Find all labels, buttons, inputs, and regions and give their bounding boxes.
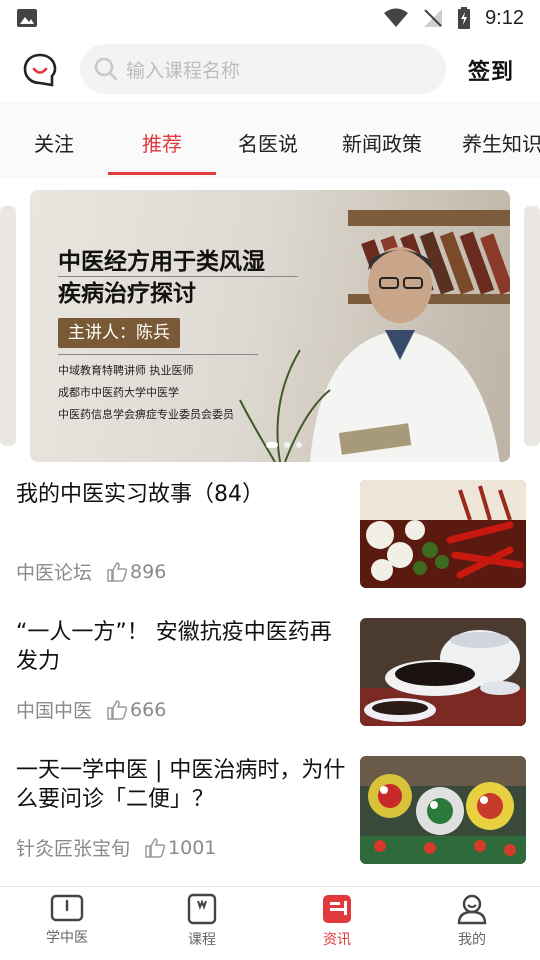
news-like-count: 896 xyxy=(130,560,167,583)
herbal-medicine-bowl-image xyxy=(360,618,526,726)
carousel-dot-active xyxy=(266,442,278,448)
news-source: 中医论坛 xyxy=(16,562,93,584)
notebook-icon xyxy=(187,893,217,925)
signal-icon xyxy=(424,9,443,27)
lion-dance-image xyxy=(360,756,526,864)
news-meta: 中医论坛 896 xyxy=(16,558,166,585)
status-bar: 9:12 xyxy=(0,0,540,36)
book-open-icon xyxy=(50,894,84,922)
banner-speaker: 主讲人：陈兵 xyxy=(58,318,180,348)
tab-health-knowledge[interactable]: 养生知识 xyxy=(462,128,540,157)
news-source: 中国中医 xyxy=(16,700,93,722)
thumb-up-icon xyxy=(107,699,128,720)
banner-credential-3: 中医药信息学会痹症专业委员会委员 xyxy=(58,408,234,421)
news-likes: 666 xyxy=(106,699,166,721)
banner-credential-1: 中域教育特聘讲师 执业医师 xyxy=(58,364,194,377)
news-source: 针灸匠张宝旬 xyxy=(16,838,131,860)
banner-slide[interactable]: 中医经方用于类风湿 疾病治疗探讨 主讲人：陈兵 中域教育特聘讲师 执业医师 成都… xyxy=(30,190,510,462)
tab-news-policy[interactable]: 新闻政策 xyxy=(342,128,422,157)
wifi-icon xyxy=(384,8,409,27)
nav-courses[interactable]: 课程 xyxy=(162,893,242,949)
image-notification-icon xyxy=(17,9,37,27)
battery-icon xyxy=(458,7,471,29)
tab-recommend[interactable]: 推荐 xyxy=(142,128,182,157)
nav-learn-tcm[interactable]: 学中医 xyxy=(27,893,107,947)
banner-title-line1: 中医经方用于类风湿 xyxy=(58,249,265,275)
thumb-up-icon xyxy=(107,561,128,582)
news-item[interactable]: 一天一学中医 | 中医治病时，为什么要问诊「二便」？ 针灸匠张宝旬 1001 xyxy=(0,756,540,894)
news-likes: 1001 xyxy=(144,837,216,859)
nav-label: 课程 xyxy=(188,932,216,948)
signin-button[interactable]: 签到 xyxy=(468,54,514,86)
category-tabs: 关注 推荐 名医说 新闻政策 养生知识 xyxy=(0,102,540,178)
carousel-dot xyxy=(296,442,302,448)
banner-title: 中医经方用于类风湿 疾病治疗探讨 xyxy=(58,246,358,310)
carousel-dot xyxy=(284,442,290,448)
message-bubble-icon[interactable] xyxy=(22,52,58,88)
chili-garlic-image xyxy=(360,480,526,588)
thumb-up-icon xyxy=(145,837,166,858)
nav-label: 学中医 xyxy=(46,930,88,946)
nav-label: 资讯 xyxy=(323,932,351,948)
nav-profile[interactable]: 我的 xyxy=(432,893,512,949)
news-meta: 针灸匠张宝旬 1001 xyxy=(16,834,216,861)
news-likes: 896 xyxy=(106,561,166,583)
banner-credential-2: 成都市中医药大学中医学 xyxy=(58,386,179,399)
tab-follow[interactable]: 关注 xyxy=(34,128,74,157)
active-tab-indicator xyxy=(108,172,216,175)
tab-famous-doctors[interactable]: 名医说 xyxy=(238,128,298,157)
news-title: 我的中医实习故事（84） xyxy=(16,482,264,507)
news-item[interactable]: “一人一方”！ 安徽抗疫中医药再发力 中国中医 666 xyxy=(0,618,540,756)
carousel-dots xyxy=(266,442,302,448)
news-like-count: 666 xyxy=(130,698,167,721)
prev-banner-peek[interactable] xyxy=(0,206,16,446)
news-title: 一天一学中医 | 中医治病时，为什么要问诊「二便」？ xyxy=(16,758,346,812)
news-like-count: 1001 xyxy=(168,836,217,859)
top-header: 输入课程名称 签到 xyxy=(0,40,540,98)
news-title: “一人一方”！ 安徽抗疫中医药再发力 xyxy=(16,620,332,674)
search-placeholder: 输入课程名称 xyxy=(126,59,241,82)
news-icon xyxy=(323,895,351,923)
next-banner-peek[interactable] xyxy=(524,206,540,446)
status-time: 9:12 xyxy=(485,6,524,29)
search-icon xyxy=(94,57,118,81)
user-icon xyxy=(457,894,487,925)
banner-carousel[interactable]: 中医经方用于类风湿 疾病治疗探讨 主讲人：陈兵 中域教育特聘讲师 执业医师 成都… xyxy=(0,190,540,462)
nav-label: 我的 xyxy=(458,932,486,948)
news-item[interactable]: 我的中医实习故事（84） 中医论坛 896 xyxy=(0,480,540,618)
banner-title-line2: 疾病治疗探讨 xyxy=(58,281,196,307)
nav-news[interactable]: 资讯 xyxy=(297,893,377,949)
bottom-navigation: 学中医 课程 资讯 我的 xyxy=(0,886,540,960)
news-meta: 中国中医 666 xyxy=(16,696,166,723)
search-input[interactable]: 输入课程名称 xyxy=(80,44,446,94)
